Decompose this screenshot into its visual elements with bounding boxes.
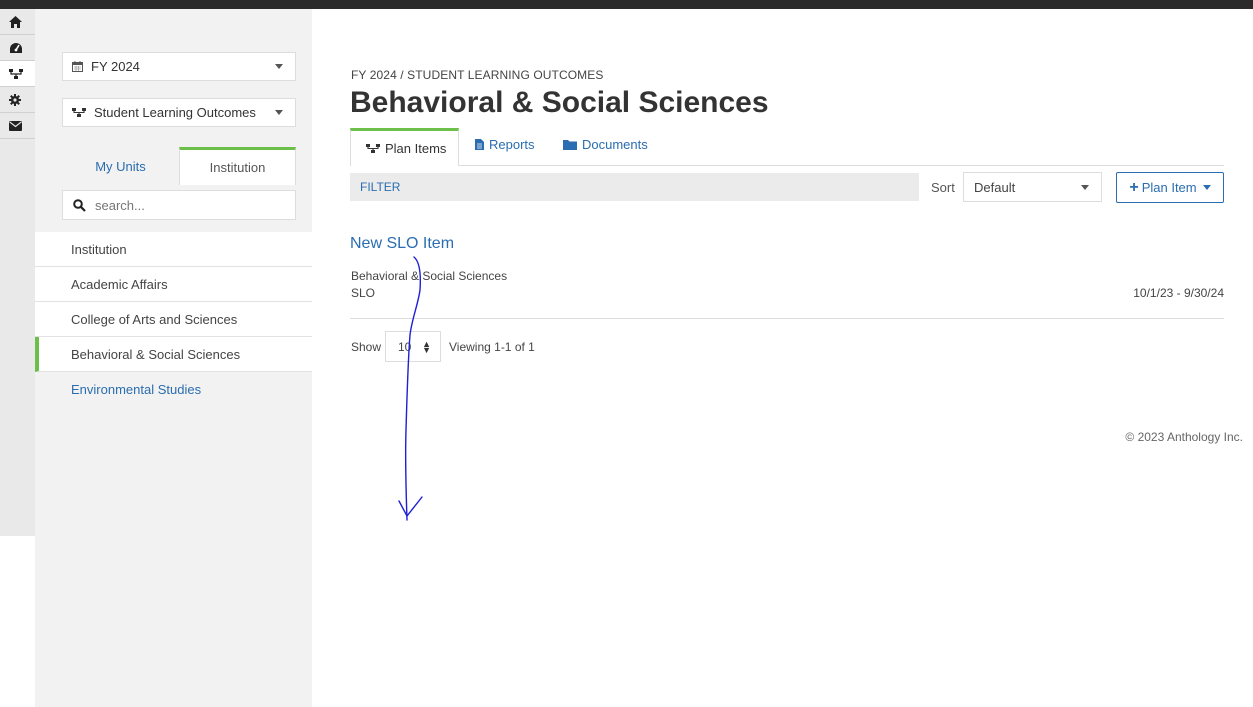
plan-item-type: SLO [351,286,376,300]
tab-documents[interactable]: Documents [563,126,648,163]
fiscal-year-value: FY 2024 [91,59,140,74]
footer-copyright: © 2023 Anthology Inc. [1125,430,1243,444]
search-icon [73,198,86,212]
plan-item-unit: Behavioral & Social Sciences [351,269,508,283]
unit-search[interactable] [62,190,296,220]
divider [350,318,1224,319]
settings-nav[interactable] [0,87,35,113]
tab-institution[interactable]: Institution [179,147,296,185]
add-plan-item-button[interactable]: + Plan Item [1116,172,1224,203]
plan-type-select[interactable]: Student Learning Outcomes [62,98,296,127]
plan-item-dates: 10/1/23 - 9/30/24 [1133,286,1224,300]
chevron-down-icon [275,64,283,69]
unit-item-academic-affairs[interactable]: Academic Affairs [35,267,312,302]
unit-item-college-arts-sciences[interactable]: College of Arts and Sciences [35,302,312,337]
sort-arrows-icon: ▲ ▼ [422,339,431,355]
calendar-icon [72,61,83,72]
breadcrumb: FY 2024 / STUDENT LEARNING OUTCOMES [351,68,604,82]
plus-icon: + [1129,178,1139,196]
tab-plan-items[interactable]: Plan Items [350,128,459,166]
add-plan-item-label: Plan Item [1141,180,1197,195]
tab-my-units[interactable]: My Units [62,147,179,185]
filter-bar[interactable]: FILTER [350,173,919,201]
tab-bar: Plan Items Reports Documents [350,128,1224,166]
icon-rail [0,9,36,536]
dashboard-icon [10,42,22,53]
home-icon [9,15,22,28]
fiscal-year-select[interactable]: FY 2024 [62,52,296,81]
unit-item-environmental-studies[interactable]: Environmental Studies [35,372,312,407]
unit-item-behavioral-social-sciences[interactable]: Behavioral & Social Sciences [35,337,312,372]
top-bar [0,0,1253,9]
sort-value: Default [974,179,1016,195]
unit-item-institution[interactable]: Institution [35,232,312,267]
show-label: Show [351,340,382,354]
envelope-icon [9,120,22,131]
page-size-value: 10 [398,339,412,354]
chevron-down-icon [275,110,283,115]
page-title: Behavioral & Social Sciences [350,86,769,119]
tab-reports[interactable]: Reports [475,126,535,163]
chevron-down-icon [1081,185,1089,190]
sidebar-fill [35,407,312,707]
sitemap-icon [9,68,23,79]
sitemap-icon [72,107,86,118]
tab-reports-label: Reports [489,137,535,152]
dashboard-nav[interactable] [0,35,35,61]
sitemap-icon [366,144,380,153]
viewing-count: Viewing 1-1 of 1 [449,340,535,354]
unit-list: Institution Academic Affairs College of … [35,232,312,707]
sort-label: Sort [931,180,955,195]
messages-nav[interactable] [0,113,35,139]
plans-nav[interactable] [0,61,35,87]
home-nav[interactable] [0,9,35,35]
folder-icon [563,140,577,150]
tab-plan-items-label: Plan Items [385,141,447,156]
filter-label: FILTER [360,180,401,194]
sort-select[interactable]: Default [963,172,1102,202]
search-input[interactable] [93,196,277,214]
plan-type-value: Student Learning Outcomes [94,105,256,120]
file-icon [475,139,484,150]
caret-down-icon [1202,185,1211,190]
tab-documents-label: Documents [582,137,648,152]
gear-icon [9,93,21,106]
plan-item-title[interactable]: New SLO Item [350,235,454,253]
page-size-select[interactable]: 10 ▲ ▼ [385,331,441,362]
